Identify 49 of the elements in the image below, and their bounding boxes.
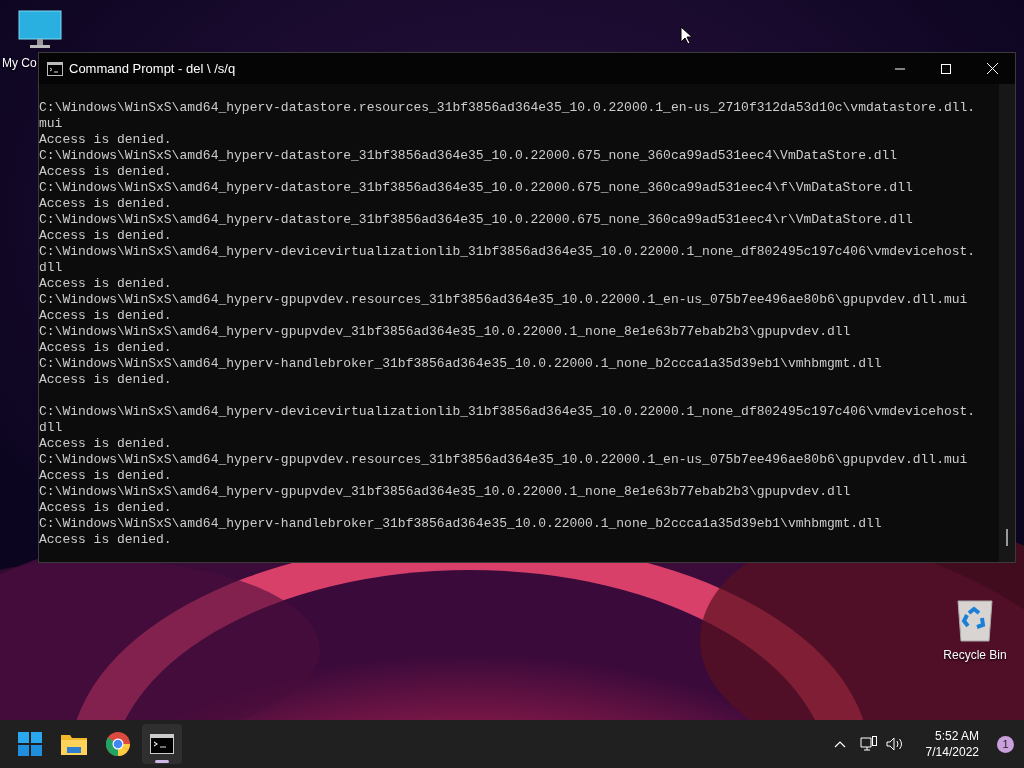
console-line: C:\Windows\WinSxS\amd64_hyperv-gpupvdev_31bf3856ad364e35_10.0.22000.1_none_8e1e63b77ebab2b3\gpupvdev.dll [39,484,852,500]
close-icon [986,63,998,74]
console-line: Access is denied. [39,436,173,452]
folder-icon [61,733,87,755]
console-line: C:\Windows\WinSxS\amd64_hyperv-datastore_31bf3856ad364e35_10.0.22000.675_none_360ca99ad531eec4\VmDataStore.dll [39,148,899,164]
scrollbar[interactable] [999,84,1015,562]
console-line: C:\Windows\WinSxS\amd64_hyperv-datastore_31bf3856ad364e35_10.0.22000.675_none_360ca99ad531eec4\r\VmDataStore.dll [39,212,914,228]
console-line: Access is denied. [39,340,173,356]
mouse-cursor-icon [680,26,692,45]
terminal-icon [47,61,63,76]
console-line: Access is denied. [39,500,173,516]
console-line: Access is denied. [39,372,173,388]
console-line: Access is denied. [39,532,173,548]
window-title: Command Prompt - del \ /s/q [69,61,236,76]
notification-badge[interactable]: 1 [997,735,1014,753]
console-line: C:\Windows\WinSxS\amd64_hyperv-gpupvdev.resources_31bf3856ad364e35_10.0.22000.1_en-us_075b7ee496ae80b6\gpupvdev.dll.mui [39,452,969,468]
windows-logo-icon [18,732,42,756]
console-line: Access is denied. [39,164,173,180]
maximize-icon [941,63,951,74]
console-line: C:\Windows\WinSxS\amd64_hyperv-devicevirtualizationlib_31bf3856ad364e35_10.0.22000.1_none_df802495c197c406\vmdevicehost. [39,404,977,420]
taskbar-app-button[interactable] [142,724,182,764]
console-line: C:\Windows\WinSxS\amd64_hyperv-datastore.resources_31bf3856ad364e35_10.0.22000.1_en-us_2710f312da53d10c\vmdatastore.dll. [39,100,977,116]
scrollbar-thumb[interactable] [1006,529,1008,546]
console-line: Access is denied. [39,196,173,212]
console-line: Access is denied. [39,308,173,324]
console-line: C:\Windows\WinSxS\amd64_hyperv-gpupvdev.resources_31bf3856ad364e35_10.0.22000.1_en-us_075b7ee496ae80b6\gpupvdev.dll.mui [39,292,969,308]
desktop-icon-label: Recycle Bin [943,648,1007,662]
console-line: dll [39,260,64,276]
chevron-up-icon[interactable] [833,740,846,748]
clock-time[interactable]: 5:52 AM [934,728,979,744]
browser-icon [106,732,130,756]
console-line: C:\Windows\WinSxS\amd64_hyperv-devicevirtualizationlib_31bf3856ad364e35_10.0.22000.1_none_df802495c197c406\vmdevicehost. [39,244,977,260]
clock-date[interactable]: 7/14/2022 [925,744,979,760]
console-line: C:\Windows\WinSxS\amd64_hyperv-datastore_31bf3856ad364e35_10.0.22000.675_none_360ca99ad531eec4\f\VmDataStore.dll [39,180,914,196]
console-line: Access is denied. [39,132,173,148]
monitor-icon[interactable] [18,10,62,50]
console-line: C:\Windows\WinSxS\amd64_hyperv-handlebroker_31bf3856ad364e35_10.0.22000.1_none_b2ccca1a35d39eb1\vmhbmgmt.dll [39,356,883,372]
console-line: Access is denied. [39,468,173,484]
console-line: Access is denied. [39,276,173,292]
terminal-icon [150,734,174,754]
console-line: dll [39,420,64,436]
console-line: C:\Windows\WinSxS\amd64_hyperv-gpupvdev_31bf3856ad364e35_10.0.22000.1_none_8e1e63b77ebab2b3\gpupvdev.dll [39,324,852,340]
recycle-bin-icon[interactable] [956,598,994,642]
volume-icon[interactable] [885,737,904,751]
network-icon[interactable] [859,736,878,752]
console-line: mui [39,116,64,132]
console-line: Access is denied. [39,228,173,244]
desktop-icon-label: My Co [2,56,37,70]
console-line: C:\Windows\WinSxS\amd64_hyperv-handlebroker_31bf3856ad364e35_10.0.22000.1_none_b2ccca1a35d39eb1\vmhbmgmt.dll [39,516,883,532]
